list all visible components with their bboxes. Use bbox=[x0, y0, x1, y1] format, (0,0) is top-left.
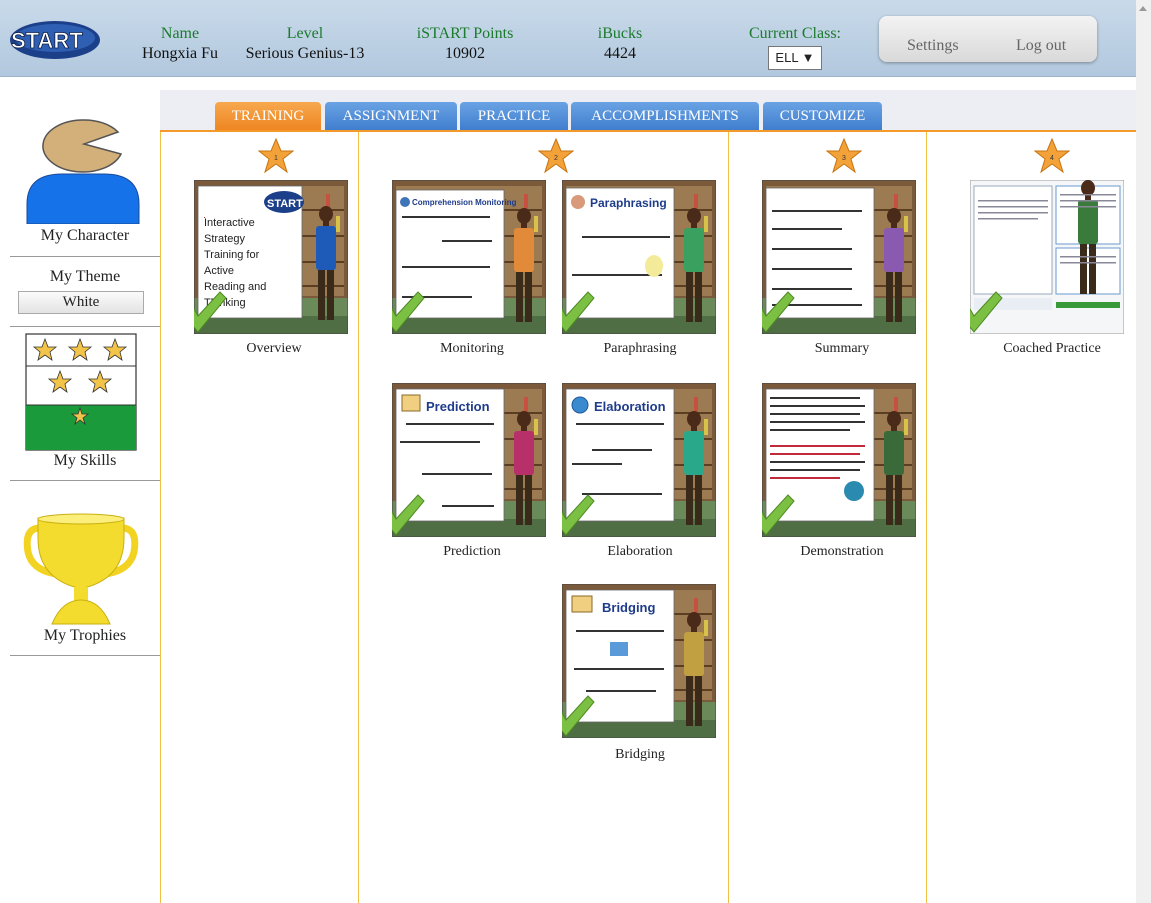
module-title-summary[interactable]: Summary bbox=[762, 341, 922, 357]
slide-heading: Paraphrasing bbox=[590, 196, 667, 210]
points-label: iSTART Points bbox=[416, 25, 514, 42]
step-star-icon: 1 bbox=[258, 138, 294, 174]
module-title-coached-practice[interactable]: Coached Practice bbox=[972, 341, 1132, 357]
tab-underline bbox=[160, 130, 1136, 132]
logo-text: START bbox=[11, 28, 83, 53]
step-star-icon: 4 bbox=[1034, 138, 1070, 174]
slide-heading: Elaboration bbox=[594, 399, 666, 414]
level-value: Serious Genius-13 bbox=[245, 45, 365, 62]
tab-assignment[interactable]: ASSIGNMENT bbox=[325, 102, 457, 131]
step-number: 2 bbox=[554, 155, 558, 162]
column-divider bbox=[358, 132, 359, 903]
scrollbar[interactable] bbox=[1136, 0, 1151, 903]
step-number: 1 bbox=[274, 155, 278, 162]
module-card-elaboration[interactable]: Elaboration bbox=[562, 383, 716, 537]
logout-link[interactable]: Log out bbox=[1016, 37, 1066, 55]
theme-select-button[interactable]: White bbox=[18, 291, 144, 314]
module-card-bridging[interactable]: Bridging bbox=[562, 584, 716, 738]
slide-line: Strategy bbox=[204, 233, 245, 245]
trophy-icon[interactable] bbox=[22, 512, 140, 626]
module-title-paraphrasing[interactable]: Paraphrasing bbox=[560, 341, 720, 357]
ibucks-label: iBucks bbox=[597, 25, 643, 42]
module-title-bridging[interactable]: Bridging bbox=[560, 747, 720, 763]
name-block: Name Hongxia Fu bbox=[130, 24, 230, 64]
tab-customize[interactable]: CUSTOMIZE bbox=[763, 102, 882, 131]
level-block: Level Serious Genius-13 bbox=[240, 24, 370, 64]
scroll-up-arrow-icon[interactable] bbox=[1139, 6, 1147, 11]
my-character-label[interactable]: My Character bbox=[10, 227, 160, 245]
step-star-icon: 3 bbox=[826, 138, 862, 174]
module-card-paraphrasing[interactable]: Paraphrasing bbox=[562, 180, 716, 334]
settings-link[interactable]: Settings bbox=[907, 37, 959, 55]
sidebar-divider bbox=[10, 326, 160, 327]
slide-heading: Bridging bbox=[602, 600, 655, 615]
ibucks-block: iBucks 4424 bbox=[575, 24, 665, 64]
class-select[interactable]: ELL ▼ bbox=[768, 46, 822, 70]
slide-line: Active bbox=[204, 265, 234, 277]
slide-line: Training for bbox=[204, 249, 260, 261]
character-avatar[interactable] bbox=[22, 112, 144, 224]
name-value: Hongxia Fu bbox=[142, 45, 218, 62]
name-label: Name bbox=[160, 25, 200, 42]
module-card-monitoring[interactable]: Comprehension Monitoring bbox=[392, 180, 546, 334]
account-menu: Settings Log out bbox=[879, 16, 1097, 62]
column-divider bbox=[160, 132, 161, 903]
my-skills-label[interactable]: My Skills bbox=[10, 452, 160, 470]
top-header: START Name Hongxia Fu Level Serious Geni… bbox=[0, 0, 1136, 77]
module-card-prediction[interactable]: Prediction bbox=[392, 383, 546, 537]
slide-heading: Prediction bbox=[426, 399, 490, 414]
step-number: 3 bbox=[842, 155, 846, 162]
module-card-demonstration[interactable] bbox=[762, 383, 916, 537]
my-theme-label: My Theme bbox=[49, 268, 121, 285]
tab-practice[interactable]: PRACTICE bbox=[460, 102, 568, 131]
istart-logo: START bbox=[10, 21, 100, 59]
module-card-coached-practice[interactable] bbox=[970, 180, 1124, 334]
my-trophies-label[interactable]: My Trophies bbox=[10, 627, 160, 645]
slide-heading: Comprehension Monitoring bbox=[412, 198, 517, 207]
points-block: iSTART Points 10902 bbox=[405, 24, 525, 64]
points-value: 10902 bbox=[445, 45, 485, 62]
sidebar-divider bbox=[10, 256, 160, 257]
sidebar-divider bbox=[10, 480, 160, 481]
module-title-overview[interactable]: Overview bbox=[194, 341, 354, 357]
module-title-demonstration[interactable]: Demonstration bbox=[762, 544, 922, 560]
step-star-icon: 2 bbox=[538, 138, 574, 174]
module-card-summary[interactable] bbox=[762, 180, 916, 334]
class-block: Current Class: ELL ▼ bbox=[740, 24, 850, 70]
slide-logo-text: START bbox=[267, 198, 303, 210]
step-number: 4 bbox=[1050, 155, 1054, 162]
class-label: Current Class: bbox=[749, 25, 841, 42]
module-title-monitoring[interactable]: Monitoring bbox=[392, 341, 552, 357]
level-label: Level bbox=[286, 25, 324, 42]
skills-chart-icon[interactable] bbox=[25, 333, 137, 451]
tab-training[interactable]: TRAINING bbox=[215, 102, 321, 131]
tab-accomplishments[interactable]: ACCOMPLISHMENTS bbox=[571, 102, 759, 131]
slide-line: Interactive bbox=[204, 217, 255, 229]
module-card-overview[interactable]: START Interactive Strategy Training for … bbox=[194, 180, 348, 334]
slide-line: Reading and bbox=[204, 281, 266, 293]
ibucks-value: 4424 bbox=[604, 45, 636, 62]
module-title-prediction[interactable]: Prediction bbox=[392, 544, 552, 560]
column-divider bbox=[728, 132, 729, 903]
column-divider bbox=[926, 132, 927, 903]
module-title-elaboration[interactable]: Elaboration bbox=[560, 544, 720, 560]
sidebar-divider bbox=[10, 655, 160, 656]
